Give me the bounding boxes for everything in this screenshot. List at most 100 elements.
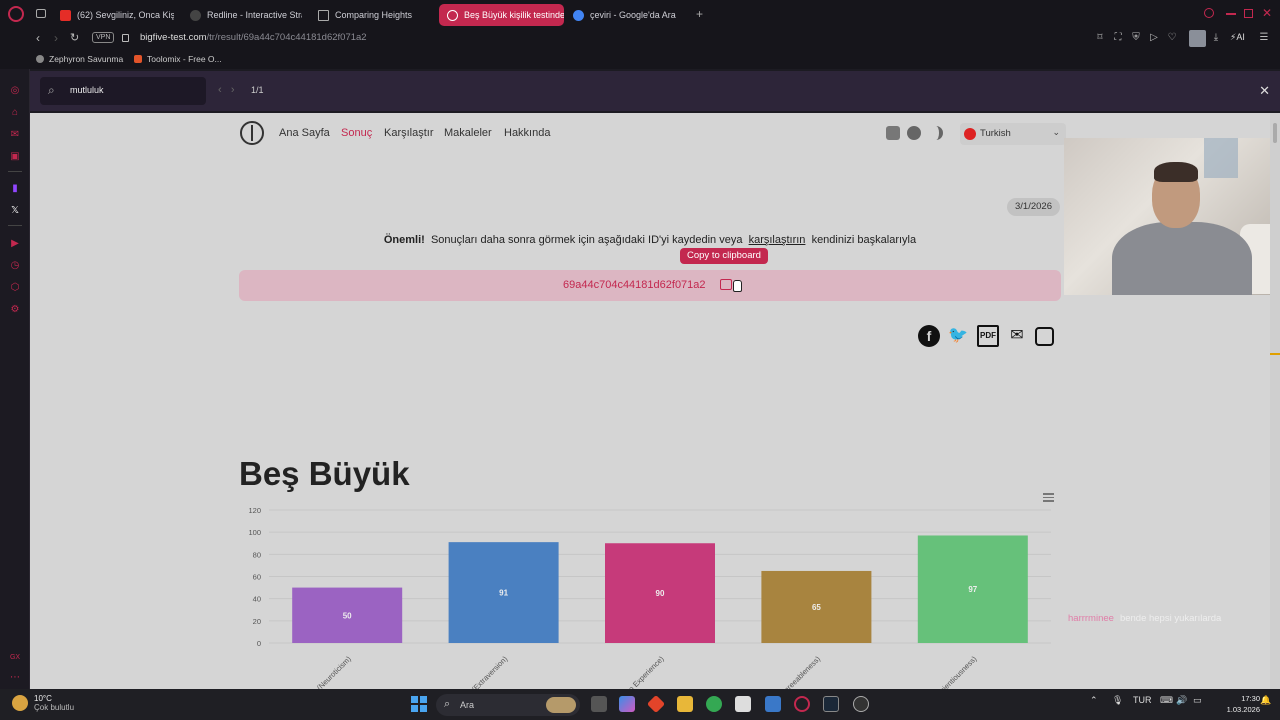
tab-youtube[interactable]: (62) Sevgiliniz, Onca Kişi Arasından	[52, 4, 174, 26]
mail-icon[interactable]: ✉	[9, 129, 21, 141]
moon-icon[interactable]	[929, 126, 943, 140]
app-red-icon[interactable]	[646, 694, 666, 714]
find-bar: ⌕ mutluluk ‹ › 1/1 ✕	[30, 71, 1280, 111]
task-view-icon[interactable]	[591, 696, 607, 712]
tab-label: (62) Sevgiliniz, Onca Kişi Arasından	[77, 10, 174, 20]
play-icon[interactable]: ▷	[1148, 32, 1160, 44]
twitter-share-icon[interactable]: 🐦	[947, 325, 969, 347]
bar-chart: 120 100 80 60 40 20 0 50 (Neuroticism) 91 (Extrave…	[248, 506, 1051, 689]
maximize-button[interactable]	[1244, 9, 1253, 18]
profile-avatar[interactable]	[1189, 30, 1206, 47]
site-nav: Ana Sayfa Sonuç Karşılaştır Makaleler Ha…	[240, 121, 1066, 145]
tab-comparing-heights[interactable]: Comparing Heights	[310, 4, 432, 26]
battery-icon[interactable]: ▭	[1193, 695, 1202, 706]
close-icon[interactable]: ✕	[1259, 83, 1270, 99]
compare-link[interactable]: karşılaştırın	[749, 234, 806, 246]
tab-bigfive[interactable]: Beş Büyük kişilik testinden	[439, 4, 564, 26]
store-icon[interactable]	[735, 696, 751, 712]
copy-icon[interactable]	[720, 279, 732, 290]
new-tab-button[interactable]: +	[696, 7, 703, 21]
clock[interactable]: 17:30 1.03.2026	[1227, 693, 1260, 715]
scroll-thumb[interactable]	[1273, 123, 1277, 143]
github-desktop-icon[interactable]	[853, 696, 869, 712]
screenshot-icon[interactable]: ⛶	[1112, 32, 1124, 44]
copilot-icon[interactable]	[619, 696, 635, 712]
heart-icon[interactable]: ♡	[1166, 32, 1178, 44]
twitter-icon[interactable]	[886, 126, 900, 140]
more-icon[interactable]: ⋯	[9, 672, 21, 684]
opera-gx-icon[interactable]	[794, 696, 810, 712]
facebook-icon[interactable]: f	[918, 325, 940, 347]
bookmark-toolomix[interactable]: Toolomix - Free O...	[134, 54, 222, 64]
windows-start-icon[interactable]	[411, 696, 427, 712]
close-window-button[interactable]: ✕	[1262, 6, 1272, 20]
webcam-person-hair	[1154, 162, 1198, 182]
settings-icon[interactable]: ⚙	[9, 304, 21, 316]
tab-google[interactable]: çeviri - Google'da Ara	[565, 4, 687, 26]
x-icon[interactable]: 𝕏	[9, 205, 21, 217]
result-id[interactable]: 69a44c704c44181d62f071a2	[563, 279, 706, 291]
google-icon	[573, 9, 584, 21]
language-select[interactable]: Turkish ⌄	[960, 123, 1066, 145]
nav-home[interactable]: Ana Sayfa	[279, 127, 330, 139]
forward-icon[interactable]: ›	[54, 31, 58, 45]
messenger-icon[interactable]: ▣	[9, 151, 21, 163]
volume-icon[interactable]: 🔊	[1176, 695, 1187, 706]
nav-result[interactable]: Sonuç	[341, 127, 372, 139]
aria-sidebar-icon[interactable]: ◎	[9, 85, 21, 97]
scrollbar[interactable]	[1270, 113, 1280, 689]
brain-logo-icon[interactable]	[240, 121, 264, 145]
network-icon[interactable]: ⌨	[1160, 695, 1173, 706]
reload-icon[interactable]: ↻	[70, 31, 79, 44]
history-icon[interactable]: ◷	[9, 260, 21, 272]
y-tick-label: 60	[253, 573, 261, 582]
email-icon[interactable]: ✉	[1006, 325, 1028, 347]
tray-lang[interactable]: TUR	[1133, 695, 1152, 705]
bookmarks-bar: Zephyron Savunma Toolomix - Free O...	[0, 49, 1280, 69]
tray-expand-icon[interactable]: ⌃	[1090, 695, 1098, 706]
snapshot-icon[interactable]: ⌑	[1094, 32, 1106, 44]
nav-about[interactable]: Hakkında	[504, 127, 550, 139]
url-field[interactable]: bigfive-test.com/tr/result/69a44c704c441…	[140, 32, 367, 43]
bookmark-zephyron[interactable]: Zephyron Savunma	[36, 54, 123, 64]
ai-button[interactable]: ⚡AI	[1230, 32, 1245, 43]
tab-overview-icon[interactable]	[36, 9, 46, 18]
back-icon[interactable]: ‹	[36, 31, 40, 45]
player-icon[interactable]: ▶	[9, 238, 21, 250]
tab-redline[interactable]: Redline - Interactive Strategy	[182, 4, 302, 26]
copy-page-icon[interactable]	[1035, 327, 1054, 346]
weather-desc: Çok bulutlu	[34, 703, 75, 712]
mail-app-icon[interactable]	[765, 696, 781, 712]
sidebar-divider	[8, 171, 22, 172]
shield-icon[interactable]: ⛨	[1130, 32, 1142, 44]
pdf-icon[interactable]: PDF	[977, 325, 999, 347]
bookmark-label: Zephyron Savunma	[49, 54, 124, 64]
download-icon[interactable]: ⤓	[1210, 32, 1222, 44]
vpn-badge[interactable]: VPN	[92, 32, 115, 43]
minimize-button[interactable]	[1226, 13, 1236, 15]
find-query[interactable]: mutluluk	[70, 85, 104, 95]
search-highlight-icon	[546, 697, 576, 713]
file-explorer-icon[interactable]	[677, 696, 693, 712]
chrome-icon[interactable]	[706, 696, 722, 712]
weather-widget[interactable]: 10°C Çok bulutlu	[12, 694, 74, 712]
taskbar-search[interactable]: ⌕ Ara	[436, 694, 580, 716]
find-prev-next[interactable]: ‹ ›	[218, 84, 235, 96]
notification-icon[interactable]: 🔔	[1260, 695, 1271, 706]
twitch-icon[interactable]: ▮	[9, 183, 21, 195]
clock-time: 17:30	[1241, 694, 1260, 703]
find-input[interactable]: ⌕ mutluluk	[40, 77, 206, 105]
opera-logo-icon[interactable]	[8, 6, 24, 22]
menu-icon[interactable]: ☰	[1258, 32, 1270, 44]
nav-compare[interactable]: Karşılaştır	[384, 127, 434, 139]
github-icon[interactable]	[907, 126, 921, 140]
url-host: bigfive-test.com	[140, 32, 207, 43]
steam-icon[interactable]	[823, 696, 839, 712]
webcam-window	[1204, 138, 1238, 178]
microphone-icon[interactable]: 🎙	[1112, 695, 1123, 706]
nav-articles[interactable]: Makaleler	[444, 127, 492, 139]
shopping-icon[interactable]: ⌂	[9, 107, 21, 119]
search-tabs-icon[interactable]	[1204, 8, 1214, 18]
gx-icon[interactable]: GX	[9, 652, 21, 664]
extensions-icon[interactable]: ⬡	[9, 282, 21, 294]
